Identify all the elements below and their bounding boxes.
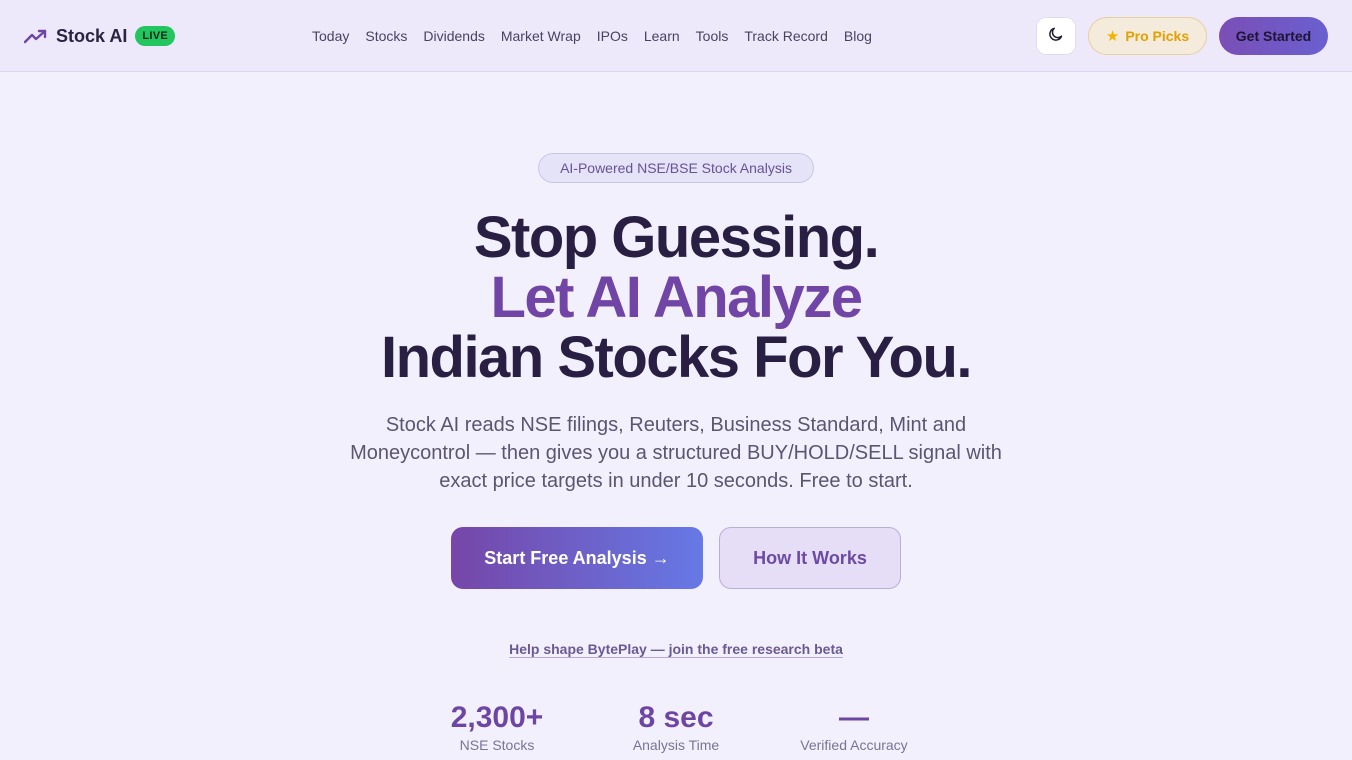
live-badge: LIVE [135,26,176,46]
stat-label: Verified Accuracy [800,737,908,753]
nav-link-ipos[interactable]: IPOs [597,26,628,46]
pro-picks-button[interactable]: ★ Pro Picks [1088,17,1207,55]
nav-link-dividends[interactable]: Dividends [423,26,484,46]
headline-line-2: Let AI Analyze [490,265,863,330]
research-beta-link[interactable]: Help shape BytePlay — join the free rese… [509,641,843,657]
how-it-works-button[interactable]: How It Works [719,527,901,589]
stat-value: 2,300+ [450,701,544,734]
stat-analysis-time: 8 sec Analysis Time [586,700,766,754]
top-navbar: Stock AI LIVE Today Stocks Dividends Mar… [0,0,1352,72]
stat-label: NSE Stocks [459,737,535,753]
hero-headline: Stop Guessing. Let AI Analyze Indian Sto… [0,205,1352,390]
nav-link-market-wrap[interactable]: Market Wrap [501,26,581,46]
stat-nse-stocks: 2,300+ NSE Stocks [407,700,587,754]
brand-name: Stock AI [56,25,128,46]
theme-toggle-button[interactable] [1036,17,1076,55]
start-free-analysis-button[interactable]: Start Free Analysis → [451,527,703,589]
nav-links: Today Stocks Dividends Market Wrap IPOs … [312,26,888,46]
headline-line-3: Indian Stocks For You. [380,325,973,390]
nav-link-track-record[interactable]: Track Record [744,26,828,46]
nav-link-stocks[interactable]: Stocks [365,26,407,46]
nav-link-blog[interactable]: Blog [844,26,872,46]
stat-verified-accuracy: — Verified Accuracy [764,700,944,754]
hero-tagline-pill: AI-Powered NSE/BSE Stock Analysis [538,153,814,183]
stat-label: Analysis Time [632,737,720,753]
nav-link-today[interactable]: Today [312,26,349,46]
nav-link-tools[interactable]: Tools [696,26,729,46]
stat-value: 8 sec [638,701,714,734]
moon-icon [1048,26,1064,47]
pro-picks-label: Pro Picks [1125,28,1190,44]
get-started-button[interactable]: Get Started [1219,17,1328,55]
stat-value: — [839,701,869,734]
nav-link-learn[interactable]: Learn [644,26,680,46]
trending-up-icon [23,28,48,44]
headline-line-1: Stop Guessing. [473,205,880,270]
star-icon: ★ [1105,28,1120,45]
hero-subtext: Stock AI reads NSE filings, Reuters, Bus… [350,414,1002,492]
brand-logo[interactable]: Stock AI LIVE [23,22,176,50]
beta-link-container: Help shape BytePlay — join the free rese… [0,641,1352,659]
